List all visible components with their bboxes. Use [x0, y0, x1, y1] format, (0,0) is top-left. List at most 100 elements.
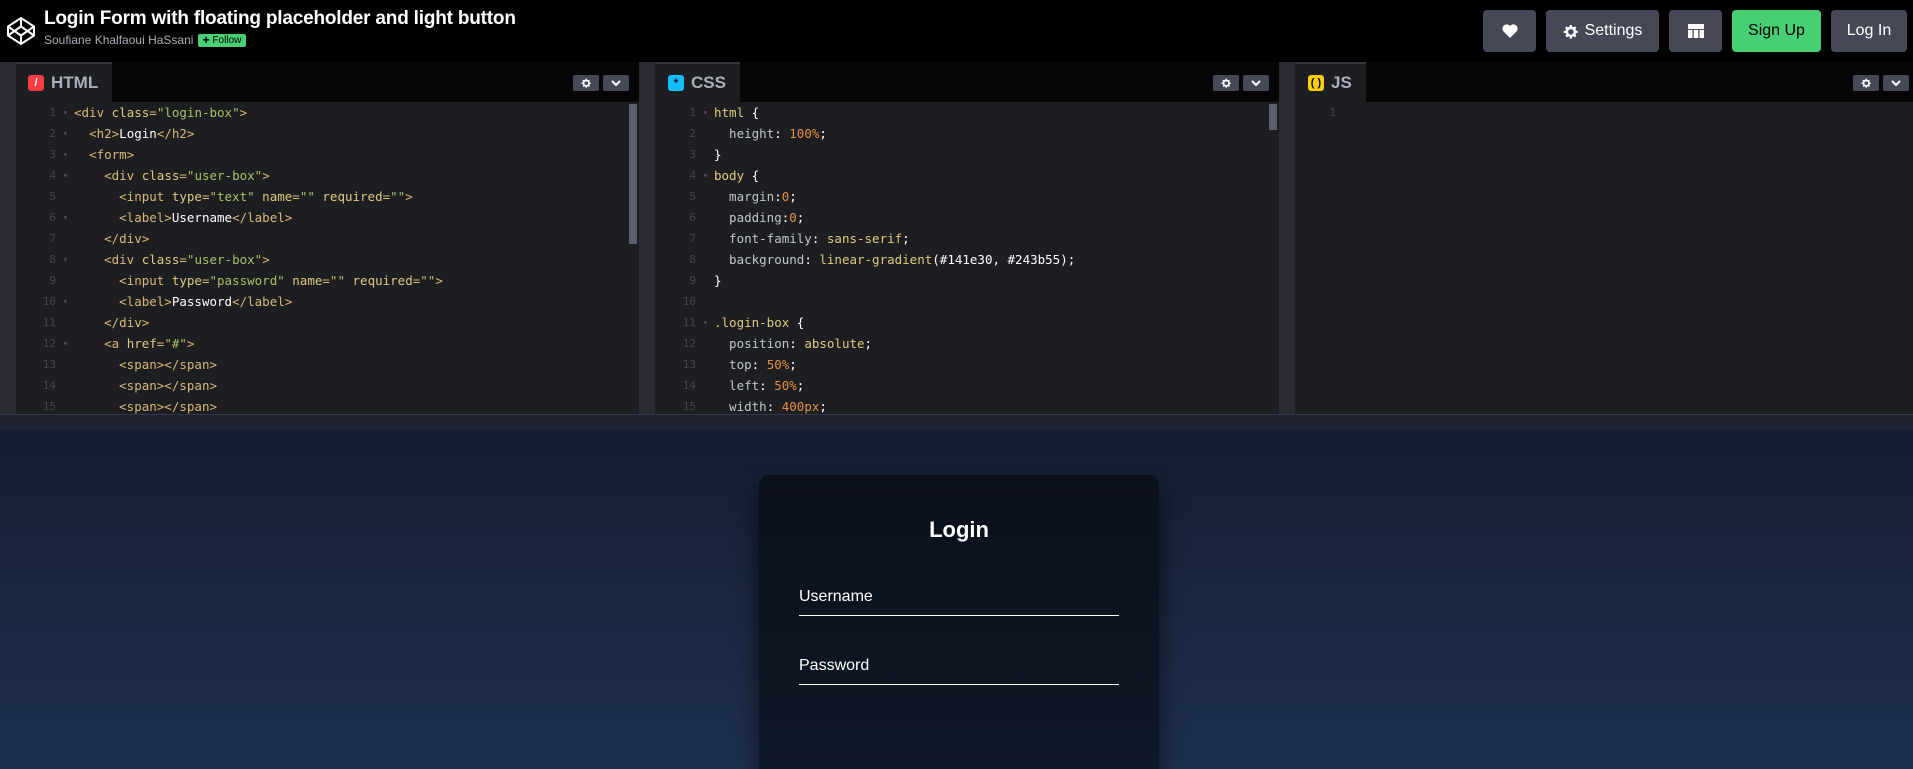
code-line[interactable]: 9 <input type="password" name="" require…: [16, 270, 639, 291]
code-line[interactable]: 9}: [656, 270, 1279, 291]
code-line[interactable]: 6 padding:0;: [656, 207, 1279, 228]
js-panel-header: ( ) JS: [1296, 62, 1913, 102]
line-number: 14: [682, 379, 696, 392]
code-line[interactable]: 14 left: 50%;: [656, 375, 1279, 396]
code-line[interactable]: 1 ▾ html {: [656, 102, 1279, 123]
code-line[interactable]: 2 ▾ <h2>Login</h2>: [16, 123, 639, 144]
fold-arrow-icon[interactable]: ▾: [63, 165, 68, 186]
code-line[interactable]: 7 </div>: [16, 228, 639, 249]
resize-handle-2[interactable]: [1279, 62, 1295, 414]
code-line[interactable]: 3 ▾ <form>: [16, 144, 639, 165]
html-code-editor[interactable]: 1 ▾ <div class="login-box"> 2 ▾ <h2>Login</h…: [16, 102, 639, 414]
code-line[interactable]: 10: [656, 291, 1279, 312]
code-line[interactable]: 8 ▾ <div class="user-box">: [16, 249, 639, 270]
line-number: 3: [49, 148, 56, 161]
fold-arrow-icon[interactable]: ▾: [63, 333, 68, 354]
code-line[interactable]: 2 height: 100%;: [656, 123, 1279, 144]
code-line[interactable]: 5 <input type="text" name="" required=""…: [16, 186, 639, 207]
fold-arrow-icon[interactable]: ▾: [63, 291, 68, 312]
code-text: <form>: [89, 147, 135, 162]
signup-button[interactable]: Sign Up: [1732, 10, 1821, 52]
code-line[interactable]: 15 width: 400px;: [656, 396, 1279, 414]
username-field[interactable]: Username: [799, 588, 1119, 616]
heart-button[interactable]: [1483, 10, 1536, 52]
line-number: 13: [682, 358, 696, 371]
css-tab-label: CSS: [691, 73, 726, 92]
code-text: <span></span>: [119, 399, 217, 414]
chevron-down-icon: [611, 79, 621, 86]
css-tab[interactable]: * CSS: [656, 62, 740, 102]
code-line[interactable]: 8 background: linear-gradient(#141e30, #…: [656, 249, 1279, 270]
password-label: Password: [799, 657, 870, 674]
code-line[interactable]: 3}: [656, 144, 1279, 165]
css-icon: *: [668, 75, 684, 91]
css-scrollbar[interactable]: [1269, 104, 1277, 130]
line-number: 15: [42, 400, 56, 413]
follow-button[interactable]: + Follow: [198, 33, 247, 47]
login-button[interactable]: Log In: [1831, 10, 1907, 52]
resize-handle-1[interactable]: [639, 62, 655, 414]
gear-icon: [1563, 24, 1578, 39]
fold-arrow-icon[interactable]: ▾: [63, 249, 68, 270]
js-collapse-button[interactable]: [1883, 75, 1909, 91]
code-text: }: [714, 273, 722, 288]
code-line[interactable]: 4 ▾ body {: [656, 165, 1279, 186]
code-text: padding:0;: [714, 210, 805, 225]
js-tab[interactable]: ( ) JS: [1296, 62, 1366, 102]
code-text: <label>Password</label>: [119, 294, 293, 309]
code-line[interactable]: 11 </div>: [16, 312, 639, 333]
preview-pane: Login Username Password: [0, 430, 1913, 769]
html-tab[interactable]: / HTML: [16, 62, 113, 102]
code-line[interactable]: 5 margin:0;: [656, 186, 1279, 207]
preview-resize-bar[interactable]: [0, 414, 1913, 430]
js-settings-button[interactable]: [1853, 75, 1879, 91]
code-line[interactable]: 15 <span></span>: [16, 396, 639, 414]
code-line[interactable]: 1 ▾ <div class="login-box">: [16, 102, 639, 123]
line-number: 3: [689, 148, 696, 161]
fold-arrow-icon[interactable]: ▾: [63, 102, 68, 123]
fold-arrow-icon[interactable]: ▾: [63, 123, 68, 144]
resize-handle-left[interactable]: [0, 62, 16, 414]
code-line[interactable]: 7 font-family: sans-serif;: [656, 228, 1279, 249]
codepen-logo-icon[interactable]: [6, 16, 36, 46]
settings-button[interactable]: Settings: [1546, 10, 1659, 52]
code-text: <input type="password" name="" required=…: [119, 273, 443, 288]
line-number: 1: [689, 106, 696, 119]
change-view-button[interactable]: [1669, 10, 1722, 52]
code-line[interactable]: 13 <span></span>: [16, 354, 639, 375]
code-line[interactable]: 13 top: 50%;: [656, 354, 1279, 375]
code-text: <div class="user-box">: [104, 168, 270, 183]
fold-arrow-icon[interactable]: ▾: [703, 165, 708, 186]
code-line[interactable]: 1: [1296, 102, 1913, 123]
code-line[interactable]: 10 ▾ <label>Password</label>: [16, 291, 639, 312]
author-name[interactable]: Soufiane Khalfaoui HaSsani: [44, 33, 193, 47]
password-field[interactable]: Password: [799, 657, 1119, 685]
html-scrollbar[interactable]: [629, 104, 637, 244]
css-collapse-button[interactable]: [1243, 75, 1269, 91]
code-line[interactable]: 14 <span></span>: [16, 375, 639, 396]
line-number: 10: [682, 295, 696, 308]
code-line[interactable]: 12 position: absolute;: [656, 333, 1279, 354]
css-code-editor[interactable]: 1 ▾ html {2 height: 100%; 3} 4 ▾ body {5 margi…: [656, 102, 1279, 414]
fold-arrow-icon[interactable]: ▾: [63, 144, 68, 165]
css-panel-header: * CSS: [656, 62, 1279, 102]
html-icon: /: [28, 75, 44, 91]
code-line[interactable]: 11 ▾ .login-box {: [656, 312, 1279, 333]
js-code-editor[interactable]: 1: [1296, 102, 1913, 414]
line-number: 4: [689, 169, 696, 182]
code-line[interactable]: 12 ▾ <a href="#">: [16, 333, 639, 354]
html-settings-button[interactable]: [573, 75, 599, 91]
login-title: Login: [929, 517, 989, 542]
code-line[interactable]: 6 ▾ <label>Username</label>: [16, 207, 639, 228]
fold-arrow-icon[interactable]: ▾: [703, 312, 708, 333]
code-line[interactable]: 4 ▾ <div class="user-box">: [16, 165, 639, 186]
line-number: 5: [689, 190, 696, 203]
gear-icon: [1861, 78, 1871, 88]
code-text: top: 50%;: [714, 357, 797, 372]
fold-arrow-icon[interactable]: ▾: [63, 207, 68, 228]
code-text: left: 50%;: [714, 378, 805, 393]
css-settings-button[interactable]: [1213, 75, 1239, 91]
fold-arrow-icon[interactable]: ▾: [703, 102, 708, 123]
html-collapse-button[interactable]: [603, 75, 629, 91]
html-tab-label: HTML: [51, 73, 99, 92]
